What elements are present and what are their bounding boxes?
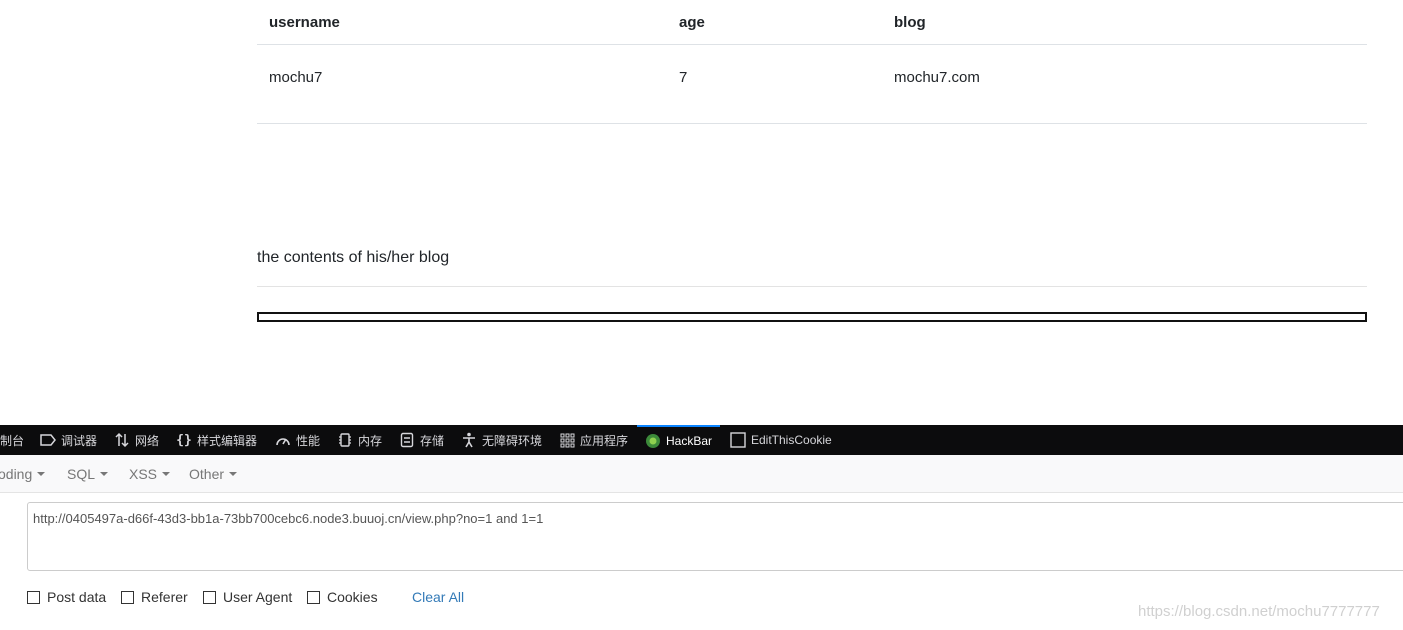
tab-hackbar[interactable]: HackBar — [637, 425, 721, 455]
chevron-down-icon — [229, 471, 238, 476]
cell-blog: mochu7.com — [882, 44, 1367, 124]
tab-console-label: 制台 — [0, 433, 25, 448]
accessibility-icon — [461, 432, 477, 448]
menu-sql-label: SQL — [67, 465, 96, 482]
tab-storage[interactable]: 存储 — [399, 425, 444, 455]
tab-console[interactable]: 制台 — [0, 425, 24, 455]
column-header-blog: blog — [882, 0, 1367, 45]
referer-option[interactable]: Referer — [121, 589, 188, 605]
performance-icon — [275, 432, 291, 448]
tab-editthiscookie-label: EditThisCookie — [751, 433, 832, 447]
blog-contents-caption: the contents of his/her blog — [257, 249, 450, 266]
cookies-option[interactable]: Cookies — [307, 589, 378, 605]
tab-memory-label: 内存 — [358, 433, 383, 448]
memory-icon — [337, 432, 353, 448]
menu-xss[interactable]: XSS — [129, 455, 171, 492]
post-data-checkbox[interactable] — [27, 590, 40, 604]
table-row: mochu7 7 mochu7.com — [257, 44, 1367, 124]
watermark: https://blog.csdn.net/mochu7777777 — [1138, 603, 1380, 620]
column-header-age: age — [667, 0, 882, 45]
debugger-icon — [40, 432, 56, 448]
post-data-option[interactable]: Post data — [27, 589, 106, 605]
tab-hackbar-label: HackBar — [666, 434, 713, 448]
menu-encoding-label: oding — [0, 465, 33, 482]
user-agent-option[interactable]: User Agent — [203, 589, 292, 605]
tab-performance[interactable]: 性能 — [275, 425, 320, 455]
tab-application-label: 应用程序 — [580, 433, 629, 448]
storage-icon — [399, 432, 415, 448]
chevron-down-icon — [100, 471, 109, 476]
hackbar-icon — [645, 433, 661, 449]
tab-editthiscookie[interactable]: EditThisCookie — [730, 425, 832, 455]
menu-other[interactable]: Other — [189, 455, 238, 492]
chevron-down-icon — [162, 471, 171, 476]
cell-username: mochu7 — [257, 44, 667, 124]
cookies-checkbox[interactable] — [307, 590, 320, 604]
tab-style-editor-label: 样式编辑器 — [197, 433, 258, 448]
menu-sql[interactable]: SQL — [67, 455, 109, 492]
tab-memory[interactable]: 内存 — [337, 425, 382, 455]
menu-xss-label: XSS — [129, 465, 158, 482]
braces-icon: {} — [176, 432, 192, 448]
tab-debugger-label: 调试器 — [61, 433, 98, 448]
tab-style-editor[interactable]: {} 样式编辑器 — [176, 425, 257, 455]
tab-accessibility-label: 无障碍环境 — [482, 433, 543, 448]
column-header-username: username — [257, 0, 667, 45]
tab-network[interactable]: 网络 — [114, 425, 159, 455]
table-header-row: username age blog — [257, 0, 1367, 45]
url-input[interactable]: http://0405497a-d66f-43d3-bb1a-73bb700ce… — [27, 502, 1403, 571]
tab-network-label: 网络 — [135, 433, 160, 448]
referer-label: Referer — [141, 589, 188, 605]
post-data-label: Post data — [47, 589, 107, 605]
tab-performance-label: 性能 — [296, 433, 321, 448]
user-agent-checkbox[interactable] — [203, 590, 216, 604]
network-icon — [114, 432, 130, 448]
blog-contents-frame — [257, 312, 1367, 322]
tab-accessibility[interactable]: 无障碍环境 — [461, 425, 542, 455]
divider — [257, 286, 1367, 287]
chevron-down-icon — [37, 471, 46, 476]
referer-checkbox[interactable] — [121, 590, 134, 604]
application-icon — [559, 432, 575, 448]
cell-age: 7 — [667, 44, 882, 124]
cookies-label: Cookies — [327, 589, 378, 605]
tab-debugger[interactable]: 调试器 — [40, 425, 97, 455]
hackbar-menu: oding SQL XSS Other — [0, 455, 1403, 493]
user-info-table: username age blog mochu7 7 mochu7.com — [257, 0, 1367, 124]
tab-application[interactable]: 应用程序 — [559, 425, 628, 455]
devtools-toolbar: 制台 调试器 网络 {} 样式编辑器 性能 内存 存储 无障碍环境 应用程序 H… — [0, 425, 1403, 455]
cookie-box-icon — [730, 432, 746, 448]
menu-encoding[interactable]: oding — [0, 455, 46, 492]
menu-other-label: Other — [189, 465, 225, 482]
tab-storage-label: 存储 — [420, 433, 445, 448]
clear-all-button[interactable]: Clear All — [412, 589, 464, 605]
user-agent-label: User Agent — [223, 589, 293, 605]
